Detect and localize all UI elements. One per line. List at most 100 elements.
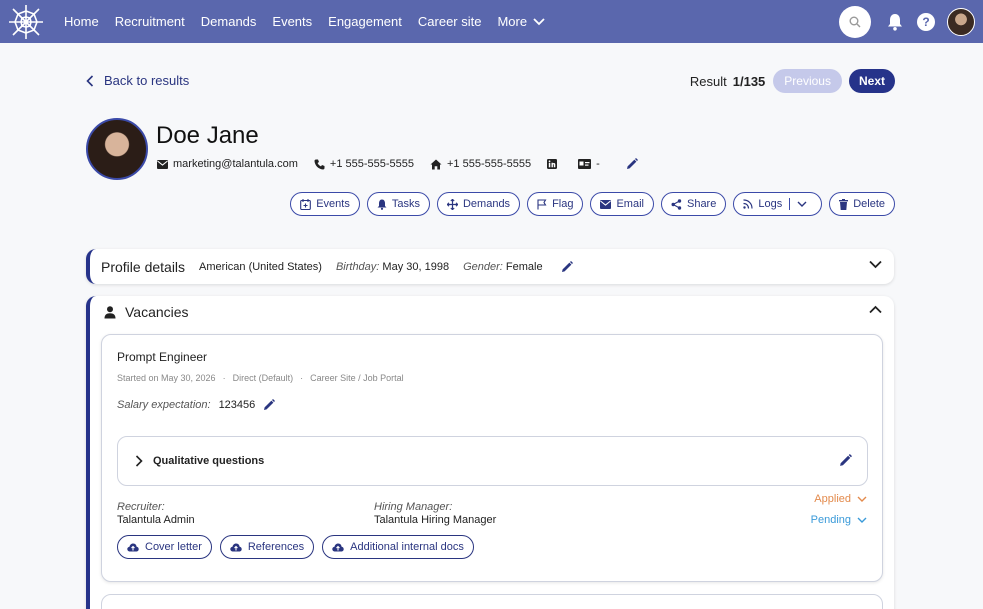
vacancies-header[interactable]: Vacancies — [104, 304, 189, 320]
hiring-manager: Hiring Manager: Talantula Hiring Manager — [374, 501, 631, 526]
contact-email[interactable]: marketing@talantula.com — [157, 158, 298, 170]
job-meta: Started on May 30, 2026 · Direct (Defaul… — [117, 373, 404, 383]
qualitative-questions-label: Qualitative questions — [153, 455, 265, 467]
chevron-down-icon — [533, 17, 545, 25]
phone-icon — [314, 159, 325, 169]
flag-icon — [537, 198, 547, 209]
recruiter-label: Recruiter: — [117, 501, 165, 513]
recruiter: Recruiter: Talantula Admin — [117, 501, 374, 526]
result-label: Result — [689, 73, 727, 89]
share-button[interactable]: Share — [660, 192, 727, 216]
tasks-button[interactable]: Tasks — [366, 192, 430, 216]
search-icon — [849, 16, 861, 27]
additional-docs-button[interactable]: Additional internal docs — [322, 535, 474, 559]
chevron-down-icon[interactable] — [869, 260, 882, 269]
birthday-value: May 30, 1998 — [382, 260, 450, 273]
pencil-icon[interactable] — [839, 454, 852, 467]
contact-home-phone[interactable]: +1 555-555-5555 — [430, 158, 531, 170]
cover-letter-label: Cover letter — [145, 541, 202, 553]
nationality: American (United States) — [199, 260, 322, 273]
contact-phone[interactable]: +1 555-555-5555 — [314, 158, 414, 170]
logs-button[interactable]: Logs — [733, 192, 823, 216]
home-phone-text: +1 555-555-5555 — [447, 158, 532, 170]
previous-button[interactable]: Previous — [773, 69, 842, 93]
email-text: marketing@talantula.com — [173, 158, 298, 170]
result-count: 1/135 — [732, 73, 766, 89]
bell-icon — [377, 199, 387, 210]
top-nav: Home Recruitment Demands Events Engageme… — [0, 0, 983, 43]
delete-button[interactable]: Delete — [829, 192, 895, 216]
next-button[interactable]: Next — [848, 69, 895, 93]
logo-icon[interactable] — [0, 0, 52, 43]
status-pending-dropdown[interactable]: Pending — [811, 514, 867, 526]
nav-recruitment[interactable]: Recruitment — [115, 14, 185, 29]
help-button[interactable]: ? — [917, 12, 935, 31]
nav-demands[interactable]: Demands — [201, 14, 257, 29]
status-pending-label: Pending — [810, 514, 851, 526]
nav-home[interactable]: Home — [64, 14, 99, 29]
email-label: Email — [616, 198, 644, 210]
chevron-down-icon — [857, 517, 867, 523]
chevron-left-icon — [86, 74, 94, 87]
back-to-results-link[interactable]: Back to results — [86, 73, 189, 88]
profile-avatar — [86, 118, 148, 180]
home-icon — [430, 159, 442, 169]
separator-dot: · — [300, 373, 304, 383]
salary-value: 123456 — [218, 399, 256, 411]
nav-engagement[interactable]: Engagement — [328, 14, 402, 29]
birthday-label: Birthday: — [335, 260, 380, 273]
cover-letter-button[interactable]: Cover letter — [117, 535, 212, 559]
references-label: References — [247, 541, 305, 553]
chevron-up-icon[interactable] — [869, 305, 882, 314]
chevron-right-icon — [135, 455, 143, 467]
profile-name: Doe Jane — [156, 122, 259, 149]
move-icon — [446, 198, 458, 210]
vacancies-panel: Vacancies Prompt Engineer Started on May… — [86, 296, 894, 609]
nav-career-site[interactable]: Career site — [418, 14, 482, 29]
user-avatar[interactable] — [947, 7, 975, 36]
job-channel: Career Site / Job Portal — [310, 373, 404, 383]
birthday: Birthday: May 30, 1998 — [336, 261, 449, 273]
envelope-icon — [600, 199, 612, 209]
edit-details-button[interactable] — [561, 260, 573, 273]
result-pager: Result 1/135 Previous Next — [690, 69, 895, 93]
separator-dot: · — [222, 373, 226, 383]
job-source: Direct (Default) — [232, 373, 294, 383]
people-row: Recruiter: Talantula Admin Hiring Manage… — [117, 501, 631, 526]
share-label: Share — [686, 198, 717, 210]
contact-linkedin[interactable] — [547, 159, 562, 169]
profile-details-title: Profile details — [101, 258, 186, 275]
back-label: Back to results — [104, 73, 190, 88]
pencil-icon — [626, 158, 638, 169]
events-button[interactable]: Events — [290, 192, 360, 216]
contact-id-card[interactable]: - — [578, 158, 600, 170]
nav-more[interactable]: More — [497, 14, 545, 29]
demands-button[interactable]: Demands — [436, 192, 521, 216]
email-button[interactable]: Email — [590, 192, 654, 216]
bell-icon — [888, 13, 902, 31]
nav-events[interactable]: Events — [272, 14, 312, 29]
demands-label: Demands — [462, 198, 511, 210]
vacancy-card: Prompt Engineer Started on May 30, 2026 … — [101, 334, 883, 582]
vacancy-card-next — [101, 594, 883, 609]
status-applied-dropdown[interactable]: Applied — [814, 493, 867, 505]
notifications-button[interactable] — [887, 13, 903, 31]
search-button[interactable] — [839, 5, 871, 38]
flag-button[interactable]: Flag — [527, 192, 584, 216]
documents-row: Cover letter References Additional inter… — [117, 535, 482, 559]
profile-details-panel[interactable]: Profile details American (United States)… — [86, 249, 894, 284]
edit-contact-button[interactable] — [626, 158, 643, 170]
references-button[interactable]: References — [219, 535, 315, 559]
vacancies-title: Vacancies — [125, 304, 189, 320]
linkedin-icon — [547, 159, 558, 169]
action-row: Events Tasks Demands Flag Email Share Lo… — [283, 192, 895, 216]
cloud-upload-icon — [127, 543, 139, 551]
cloud-upload-icon — [230, 543, 242, 551]
chevron-down-icon[interactable] — [797, 201, 807, 208]
trash-icon — [839, 198, 849, 210]
id-card-icon — [578, 159, 592, 169]
divider — [789, 198, 791, 210]
qualitative-questions-panel[interactable]: Qualitative questions — [117, 436, 868, 486]
pencil-icon[interactable] — [263, 399, 276, 411]
chevron-down-icon — [857, 496, 867, 502]
